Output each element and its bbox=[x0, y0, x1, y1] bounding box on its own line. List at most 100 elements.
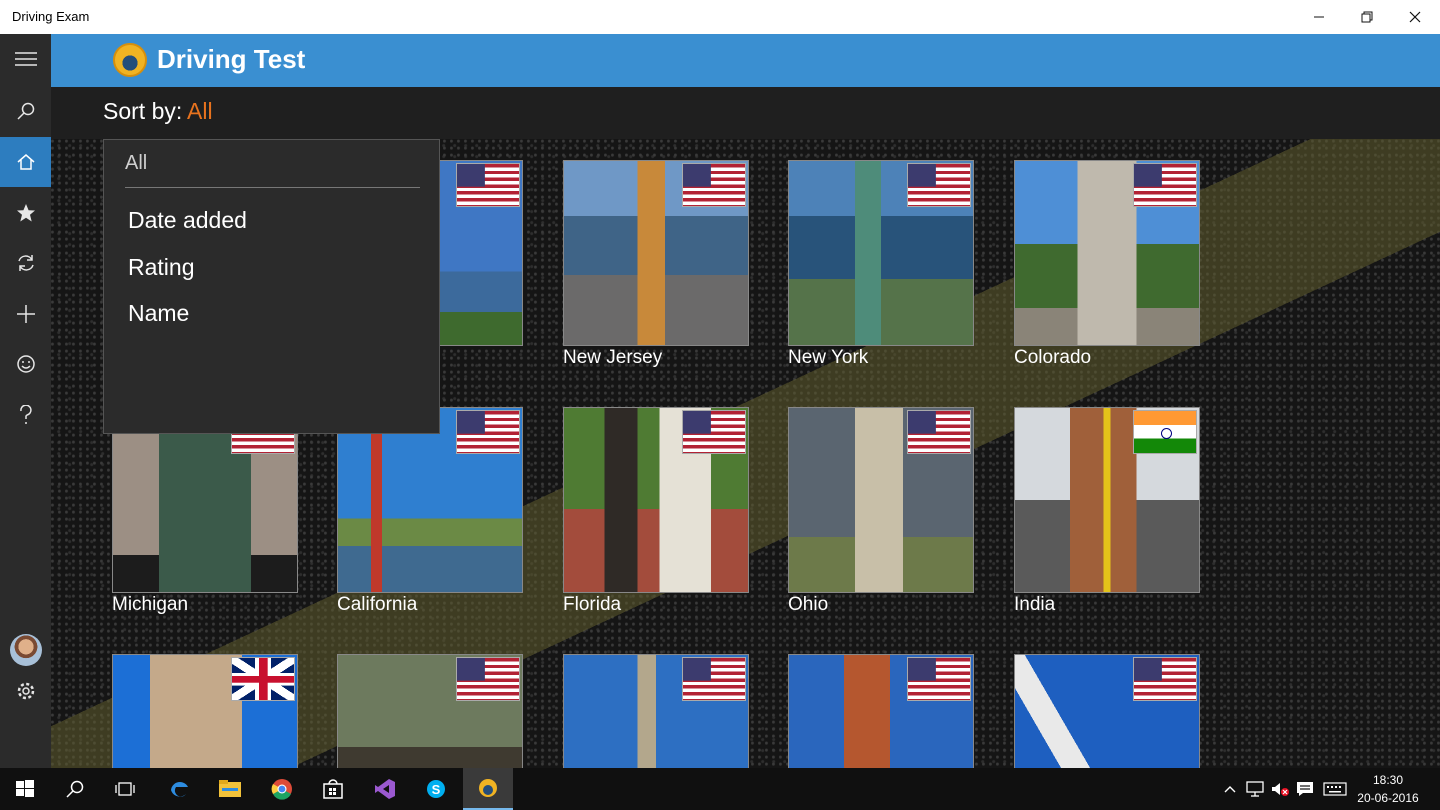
keyboard-icon bbox=[1323, 782, 1347, 796]
task-view-button[interactable] bbox=[100, 768, 150, 810]
nav-search-button[interactable] bbox=[0, 86, 51, 136]
action-center-icon bbox=[1297, 782, 1313, 796]
driving-exam-app-button[interactable] bbox=[463, 768, 513, 810]
minimize-icon bbox=[1314, 16, 1324, 18]
tile-card[interactable] bbox=[788, 407, 974, 593]
star-icon bbox=[16, 204, 35, 222]
network-icon bbox=[1246, 781, 1264, 797]
us-flag-icon bbox=[456, 657, 520, 701]
file-explorer-button[interactable] bbox=[205, 768, 255, 810]
tile-card[interactable] bbox=[337, 654, 523, 768]
visual-studio-icon bbox=[375, 779, 395, 799]
touch-keyboard-button[interactable] bbox=[1322, 780, 1348, 798]
window-title: Driving Exam bbox=[12, 9, 90, 24]
smiley-icon bbox=[16, 355, 35, 373]
network-tray-button[interactable] bbox=[1245, 780, 1265, 798]
tile-card[interactable] bbox=[788, 160, 974, 346]
driving-exam-app-icon bbox=[479, 779, 497, 797]
volume-tray-button[interactable] bbox=[1270, 780, 1290, 798]
taskbar-search-button[interactable] bbox=[50, 768, 100, 810]
tile-card[interactable] bbox=[563, 407, 749, 593]
show-hidden-icons-button[interactable] bbox=[1220, 780, 1240, 798]
us-flag-icon bbox=[907, 657, 971, 701]
task-view-icon bbox=[115, 782, 135, 796]
app-header: Driving Test bbox=[51, 34, 1440, 87]
hamburger-menu-button[interactable] bbox=[0, 34, 51, 84]
restore-button[interactable] bbox=[1344, 0, 1390, 34]
sort-option-date-added[interactable]: Date added bbox=[128, 207, 247, 234]
us-flag-icon bbox=[907, 410, 971, 454]
help-icon bbox=[19, 405, 32, 424]
us-flag-icon bbox=[1133, 163, 1197, 207]
tile-card[interactable] bbox=[563, 160, 749, 346]
search-icon bbox=[66, 780, 84, 798]
clock-date: 20-06-2016 bbox=[1357, 791, 1419, 805]
user-avatar[interactable] bbox=[10, 634, 42, 666]
tile-card[interactable] bbox=[1014, 160, 1200, 346]
sort-option-rating[interactable]: Rating bbox=[128, 254, 194, 281]
sort-dropdown: All Date added Rating Name bbox=[103, 139, 440, 434]
tile-card[interactable] bbox=[112, 654, 298, 768]
us-flag-icon bbox=[456, 163, 520, 207]
taskbar-clock[interactable]: 18:30 20-06-2016 bbox=[1356, 771, 1420, 807]
tile-caption: India bbox=[1014, 594, 1056, 615]
visual-studio-app-button[interactable] bbox=[360, 768, 410, 810]
tile-card[interactable] bbox=[1014, 407, 1200, 593]
india-flag-icon bbox=[1133, 410, 1197, 454]
close-button[interactable] bbox=[1392, 0, 1438, 34]
sort-option-all[interactable]: All bbox=[125, 152, 147, 175]
clock-time: 18:30 bbox=[1372, 773, 1404, 787]
nav-feedback-button[interactable] bbox=[0, 339, 51, 389]
close-icon bbox=[1409, 11, 1421, 23]
nav-help-button[interactable] bbox=[0, 390, 51, 440]
action-center-button[interactable] bbox=[1295, 780, 1315, 798]
sort-selector[interactable]: All bbox=[187, 98, 213, 125]
minimize-button[interactable] bbox=[1296, 0, 1342, 34]
svg-text:S: S bbox=[432, 782, 441, 797]
chevron-up-icon bbox=[1224, 786, 1236, 793]
store-app-button[interactable] bbox=[308, 768, 358, 810]
nav-settings-button[interactable] bbox=[0, 666, 51, 716]
taskbar: S 18:30 20-06-2016 bbox=[0, 768, 1440, 810]
settings-icon bbox=[17, 682, 34, 700]
home-icon bbox=[17, 154, 34, 170]
edge-icon bbox=[171, 782, 188, 797]
volume-muted-icon bbox=[1272, 783, 1289, 796]
us-flag-icon bbox=[682, 410, 746, 454]
sort-bar: Sort by: All bbox=[51, 87, 1440, 139]
tile-caption: Colorado bbox=[1014, 347, 1092, 368]
tile-caption: Michigan bbox=[112, 594, 189, 615]
edge-app-button[interactable] bbox=[154, 768, 204, 810]
tile-card[interactable] bbox=[112, 407, 298, 593]
tile-card[interactable] bbox=[563, 654, 749, 768]
add-icon bbox=[16, 305, 35, 323]
tile-caption: California bbox=[337, 594, 418, 615]
tile-caption: Florida bbox=[563, 594, 622, 615]
us-flag-icon bbox=[1133, 657, 1197, 701]
nav-refresh-button[interactable] bbox=[0, 238, 51, 288]
nav-favorites-button[interactable] bbox=[0, 188, 51, 238]
app-title: Driving Test bbox=[157, 44, 306, 74]
file-explorer-icon bbox=[219, 780, 241, 797]
window-titlebar: Driving Exam bbox=[0, 0, 1440, 34]
chrome-app-button[interactable] bbox=[257, 768, 307, 810]
skype-app-button[interactable]: S bbox=[411, 768, 461, 810]
nav-rail bbox=[0, 34, 51, 768]
refresh-icon bbox=[17, 255, 34, 271]
chrome-icon bbox=[271, 779, 292, 800]
app-logo bbox=[113, 43, 147, 77]
tile-caption: New Jersey bbox=[563, 347, 663, 368]
tile-caption: Ohio bbox=[788, 594, 829, 615]
us-flag-icon bbox=[682, 163, 746, 207]
menu-icon bbox=[14, 52, 37, 66]
tile-card[interactable] bbox=[788, 654, 974, 768]
tile-caption: New York bbox=[788, 347, 869, 368]
us-flag-icon bbox=[682, 657, 746, 701]
start-button[interactable] bbox=[0, 768, 50, 810]
nav-add-button[interactable] bbox=[0, 289, 51, 339]
store-icon bbox=[323, 779, 343, 799]
tile-card[interactable] bbox=[1014, 654, 1200, 768]
sort-option-name[interactable]: Name bbox=[128, 300, 189, 327]
nav-home-button[interactable] bbox=[0, 137, 51, 187]
tile-card[interactable] bbox=[337, 407, 523, 593]
